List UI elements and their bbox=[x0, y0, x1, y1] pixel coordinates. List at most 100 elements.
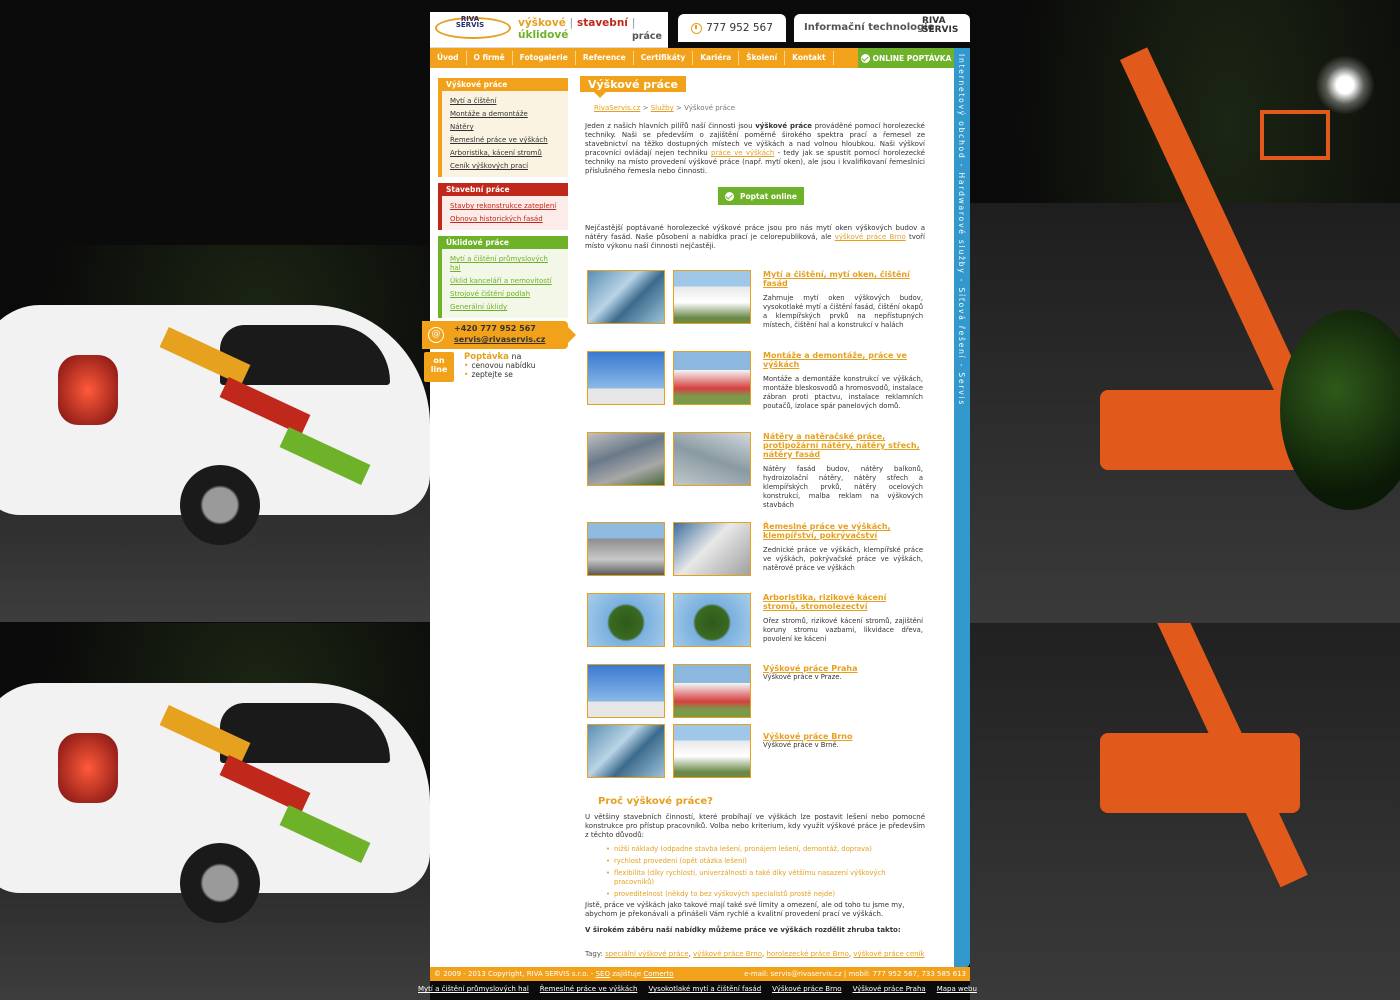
service-thumbnail[interactable] bbox=[673, 270, 751, 324]
logo-area[interactable]: RIVA SERVIS výškové | stavební | úklidov… bbox=[430, 12, 668, 48]
sidebar-item[interactable]: Stavby rekonstrukce zateplení bbox=[442, 200, 568, 213]
background-lift-photo-bottom bbox=[970, 623, 1400, 1000]
sidebar-item[interactable]: Mytí a čištění průmyslových hal bbox=[442, 253, 568, 275]
service-thumbnail[interactable] bbox=[673, 724, 751, 778]
nav-kariera[interactable]: Kariéra bbox=[693, 51, 740, 65]
sidebar-item[interactable]: Ceník výškových prací bbox=[442, 160, 568, 173]
nav-skoleni[interactable]: Školení bbox=[739, 51, 786, 65]
intro-link[interactable]: práce ve výškách bbox=[711, 149, 774, 157]
intro2-link[interactable]: výškové práce Brno bbox=[835, 233, 906, 241]
service-thumbnail[interactable] bbox=[587, 351, 665, 405]
service-thumbnail[interactable] bbox=[673, 351, 751, 405]
tagline-vyskove: výškové bbox=[518, 17, 566, 29]
service-thumbnail[interactable] bbox=[587, 270, 665, 324]
footer-link[interactable]: Mytí a čištění průmyslových hal bbox=[418, 985, 529, 993]
sidebar-item[interactable]: Strojové čištění podlah bbox=[442, 288, 568, 301]
poptavka-item[interactable]: zeptejte se bbox=[464, 370, 512, 379]
service-thumbnail[interactable] bbox=[587, 724, 665, 778]
service-desc: Výškové práce v Brně. bbox=[763, 741, 839, 749]
service-thumbnail[interactable] bbox=[587, 664, 665, 718]
breadcrumb-current: Výškové práce bbox=[684, 104, 736, 112]
nav-kontakt[interactable]: Kontakt bbox=[785, 51, 834, 65]
sidebar-heading[interactable]: Výškové práce bbox=[442, 78, 568, 91]
tag-link[interactable]: speciální výškové práce bbox=[605, 950, 689, 958]
vertical-it-bar[interactable]: Internetový obchod - Hardwarové služby -… bbox=[954, 48, 970, 968]
service-title[interactable]: Výškové práce Praha bbox=[763, 664, 923, 673]
background-car-photo-bottom bbox=[0, 623, 430, 1000]
service-title[interactable]: Arboristika, rizikové kácení stromů, str… bbox=[763, 593, 923, 611]
online-poptavka-button[interactable]: ONLINE POPTÁVKA bbox=[858, 48, 954, 68]
sidebar-item[interactable]: Montáže a demontáže bbox=[442, 108, 568, 121]
tagline-stavebni: stavební bbox=[576, 17, 628, 29]
background-right bbox=[970, 0, 1400, 1000]
why-list: nižší náklady (odpadne stavba lešení, pr… bbox=[606, 845, 924, 902]
sidebar-heading[interactable]: Úklidové práce bbox=[442, 236, 568, 249]
nav-o-firme[interactable]: O firmě bbox=[467, 51, 513, 65]
service-thumbnail[interactable] bbox=[673, 593, 751, 647]
service-desc: Zednické práce ve výškách, klempířské pr… bbox=[763, 546, 923, 572]
service-desc: Ořez stromů, rizikové kácení stromů, zaj… bbox=[763, 617, 923, 643]
background-left bbox=[0, 0, 430, 1000]
tag-link[interactable]: výškové práce ceník bbox=[853, 950, 924, 958]
contact-phone[interactable]: +420 777 952 567 bbox=[454, 324, 536, 333]
logo-text[interactable]: RIVA SERVIS bbox=[448, 16, 492, 29]
service-thumbnail[interactable] bbox=[587, 593, 665, 647]
nav-fotogalerie[interactable]: Fotogalerie bbox=[513, 51, 576, 65]
service-title[interactable]: Mytí a čištění, mytí oken, čištění fasád bbox=[763, 270, 923, 288]
tags-row: Tagy: speciální výškové práce, výškové p… bbox=[585, 950, 925, 958]
footer-link[interactable]: Vysokotlaké mytí a čištění fasád bbox=[648, 985, 761, 993]
sidebar-item[interactable]: Nátěry bbox=[442, 121, 568, 134]
sidebar-item[interactable]: Mytí a čištění bbox=[442, 95, 568, 108]
main-content: Výškové práce RivaServis.cz > Služby > V… bbox=[580, 76, 940, 958]
footer-link[interactable]: Výškové práce Praha bbox=[853, 985, 926, 993]
sidebar-group-uklidove: Úklidové práce Mytí a čištění průmyslový… bbox=[438, 236, 568, 318]
footer-link[interactable]: Výškové práce Brno bbox=[772, 985, 841, 993]
sidebar-item[interactable]: Úklid kanceláří a nemovitostí bbox=[442, 275, 568, 288]
contact-email[interactable]: servis@rivaservis.cz bbox=[454, 335, 545, 344]
online-tag-icon: on line bbox=[424, 352, 454, 382]
footer-link[interactable]: Mapa webu bbox=[937, 985, 977, 993]
footer-links: Mytí a čištění průmyslových hal Řemeslné… bbox=[418, 985, 988, 993]
nav-certifikaty[interactable]: Certifikáty bbox=[634, 51, 694, 65]
service-title[interactable]: Nátěry a natěračské práce, protipožární … bbox=[763, 432, 923, 459]
service-title[interactable]: Výškové práce Brno bbox=[763, 732, 923, 741]
nav-reference[interactable]: Reference bbox=[576, 51, 634, 65]
sidebar-item[interactable]: Generální úklidy bbox=[442, 301, 568, 314]
sidebar-group-vyskove: Výškové práce Mytí a čištění Montáže a d… bbox=[438, 78, 568, 177]
sidebar-heading[interactable]: Stavební práce bbox=[442, 183, 568, 196]
service-thumbnail[interactable] bbox=[587, 432, 665, 486]
sidebar-item[interactable]: Arboristika, kácení stromů bbox=[442, 147, 568, 160]
service-item: Výškové práce Brno Výškové práce v Brně. bbox=[585, 724, 925, 784]
service-thumbnail[interactable] bbox=[587, 522, 665, 576]
nav-uvod[interactable]: Úvod bbox=[430, 51, 467, 65]
service-title[interactable]: Montáže a demontáže, práce ve výškách bbox=[763, 351, 923, 369]
breadcrumb-sluzby[interactable]: Služby bbox=[651, 104, 674, 112]
service-desc: Nátěry fasád budov, nátěry balkonů, hydr… bbox=[763, 465, 923, 509]
service-title[interactable]: Řemeslné práce ve výškách, klempířství, … bbox=[763, 522, 923, 540]
sidebar-item[interactable]: Obnova historických fasád bbox=[442, 213, 568, 226]
breadcrumb-home[interactable]: RivaServis.cz bbox=[594, 104, 640, 112]
page-container: RIVA SERVIS výškové | stavební | úklidov… bbox=[422, 12, 970, 982]
header-phone[interactable]: 777 952 567 bbox=[678, 14, 786, 42]
sidebar-item[interactable]: Řemeslné práce ve výškách bbox=[442, 134, 568, 147]
comerto-link[interactable]: Comerto bbox=[643, 970, 673, 978]
it-label: Informační technologie bbox=[804, 22, 935, 33]
tag-link[interactable]: výškové práce Brno bbox=[693, 950, 762, 958]
poptat-online-button[interactable]: Poptat online bbox=[718, 187, 804, 205]
service-thumbnail[interactable] bbox=[673, 664, 751, 718]
footer-link[interactable]: Řemeslné práce ve výškách bbox=[540, 985, 638, 993]
tag-link[interactable]: horolezecké práce Brno bbox=[766, 950, 848, 958]
main-nav: Úvod O firmě Fotogalerie Reference Certi… bbox=[430, 48, 954, 68]
arrow-right-icon bbox=[568, 327, 576, 343]
at-icon: @ bbox=[428, 327, 444, 343]
service-thumbnail[interactable] bbox=[673, 522, 751, 576]
poptavka-item[interactable]: cenovou nabídku bbox=[464, 361, 535, 370]
seo-link[interactable]: SEO bbox=[596, 970, 610, 978]
vertical-bar-text: Internetový obchod - Hardwarové služby -… bbox=[957, 54, 966, 407]
service-thumbnail[interactable] bbox=[673, 432, 751, 486]
check-icon bbox=[725, 191, 735, 201]
service-item: Výškové práce Praha Výškové práce v Praz… bbox=[585, 664, 925, 724]
list-item: rychlost provedení (opět otázka lešení) bbox=[606, 857, 924, 866]
sidebar-contact: @ +420 777 952 567 servis@rivaservis.cz bbox=[422, 321, 576, 349]
it-link[interactable]: Informační technologie RIVA SERVIS bbox=[794, 14, 970, 42]
